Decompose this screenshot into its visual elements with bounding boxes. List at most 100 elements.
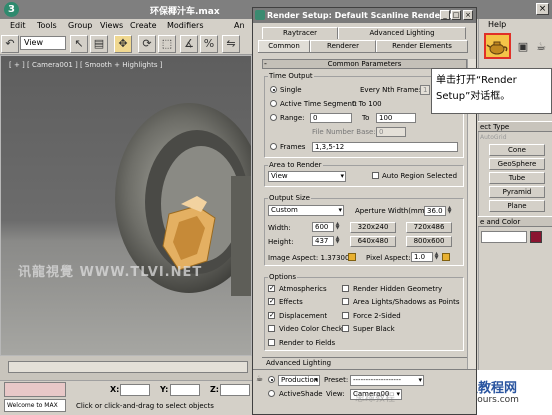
area-to-render-select[interactable]: View [268,171,346,182]
x-coord-label: X: [110,385,120,394]
every-nth-field[interactable]: 1 [420,85,430,95]
select-by-name-icon[interactable]: ▤ [90,35,108,53]
auto-region-checkbox[interactable] [372,172,379,179]
rotate-icon[interactable]: ⟳ [138,35,156,53]
mirror-icon[interactable]: ⇋ [222,35,240,53]
pixel-aspect-lock-icon[interactable] [442,253,450,261]
move-icon[interactable]: ✥ [114,35,132,53]
production-select[interactable]: Production [278,375,320,386]
aperture-label: Aperture Width(mm): [355,207,430,215]
lock-aspect-icon[interactable] [348,253,356,261]
tab-divider [258,52,468,53]
range-radio[interactable] [270,114,277,121]
effects-checkbox[interactable]: ✓ [268,298,275,305]
app-logo-icon[interactable]: 3 [4,2,19,17]
tube-button[interactable]: Tube [489,172,545,184]
tab-renderer[interactable]: Renderer [310,40,376,52]
watermark-tlvi: 讯龍視覺 WWW.TLVI.NET [18,265,203,280]
render-teapot-icon: ☕ [256,374,264,383]
menu-tools[interactable]: Tools [37,21,57,30]
object-type-rollout[interactable]: ect Type [478,121,552,132]
width-spinner[interactable]: ▲ ▼ [335,222,340,232]
render-to-fields-label: Render to Fields [279,339,336,347]
menu-views[interactable]: Views [100,21,123,30]
tab-render-elements[interactable]: Render Elements [376,40,468,52]
menu-help[interactable]: Help [488,20,506,29]
super-black-checkbox[interactable] [342,325,349,332]
aperture-spinner[interactable]: ▲ ▼ [447,206,452,216]
dialog-maximize-button[interactable]: □ [451,10,461,20]
auto-region-label: Auto Region Selected [382,172,458,180]
rendered-frame-icon[interactable]: ▣ [514,38,532,56]
select-icon[interactable]: ↖ [70,35,88,53]
preset-720x486-button[interactable]: 720x486 [406,222,452,233]
width-field[interactable]: 600 [312,222,334,232]
preset-800x600-button[interactable]: 800x600 [406,236,452,247]
object-name-field[interactable] [481,231,527,243]
quick-render-icon[interactable]: ☕ [532,38,550,56]
displacement-label: Displacement [279,312,328,320]
range-to-field[interactable]: 100 [376,113,416,123]
x-coord-field[interactable] [120,384,150,396]
tab-advanced-lighting[interactable]: Advanced Lighting [338,27,466,39]
active-segment-radio[interactable] [270,100,277,107]
height-spinner[interactable]: ▲ ▼ [335,236,340,246]
camera-viewport[interactable]: [ + ] [ Camera001 ] [ Smooth + Highlight… [0,55,252,356]
area-lights-checkbox[interactable] [342,298,349,305]
instruction-callout: 单击打开“Render Setup”对话框。 [431,68,552,114]
tab-common[interactable]: Common [258,40,310,52]
file-number-base-field[interactable]: 0 [376,127,406,137]
single-radio[interactable] [270,86,277,93]
angle-snap-icon[interactable]: % [200,35,218,53]
object-color-swatch[interactable] [530,231,542,243]
range-from-field[interactable]: 0 [310,113,352,123]
viewport-label[interactable]: [ + ] [ Camera001 ] [ Smooth + Highlight… [9,61,162,69]
render-to-fields-checkbox[interactable] [268,339,275,346]
atmospherics-label: Atmospherics [279,285,327,293]
image-aspect-label: Image Aspect: 1.37300 [268,254,350,262]
cone-button[interactable]: Cone [489,144,545,156]
output-preset-select[interactable]: Custom [268,205,344,216]
render-setup-button[interactable] [484,33,511,59]
name-color-rollout[interactable]: e and Color [478,216,552,227]
frames-field[interactable]: 1,3,5-12 [312,142,458,152]
pyramid-button[interactable]: Pyramid [489,186,545,198]
menu-create[interactable]: Create [130,21,157,30]
preset-select[interactable]: ------------------- [350,375,424,386]
frames-radio[interactable] [270,143,277,150]
menu-modifiers[interactable]: Modifiers [167,21,204,30]
force-2-sided-checkbox[interactable] [342,312,349,319]
dialog-close-button[interactable]: × [463,10,473,20]
rollout-collapse-icon[interactable]: - [264,59,267,68]
pixel-aspect-spinner[interactable]: ▲ ▼ [434,252,439,262]
displacement-checkbox[interactable]: ✓ [268,312,275,319]
pixel-aspect-field[interactable]: 1.0 [411,252,433,262]
production-radio[interactable] [268,376,275,383]
activeshade-radio[interactable] [268,390,275,397]
preset-320x240-button[interactable]: 320x240 [350,222,396,233]
scale-icon[interactable]: ⬚ [158,35,176,53]
render-hidden-checkbox[interactable] [342,285,349,292]
preset-640x480-button[interactable]: 640x480 [350,236,396,247]
dialog-minimize-button[interactable]: _ [440,10,450,20]
height-field[interactable]: 437 [312,236,334,246]
menu-group[interactable]: Group [68,21,92,30]
aperture-field[interactable]: 36.0 [424,206,446,216]
selection-set-field[interactable] [4,382,66,397]
y-coord-field[interactable] [170,384,200,396]
tab-raytracer[interactable]: Raytracer [262,27,338,39]
undo-icon[interactable]: ↶ [1,35,19,53]
main-close-button[interactable]: × [536,3,549,15]
reference-coord-select[interactable]: View [20,36,66,50]
track-bar[interactable] [8,361,248,373]
advanced-lighting-section[interactable]: Advanced Lighting [262,357,467,367]
plane-button[interactable]: Plane [489,200,545,212]
geosphere-button[interactable]: GeoSphere [489,158,545,170]
menu-edit[interactable]: Edit [10,21,26,30]
atmospherics-checkbox[interactable]: ✓ [268,285,275,292]
snap-icon[interactable]: ∡ [180,35,198,53]
video-color-check-checkbox[interactable] [268,325,275,332]
z-coord-field[interactable] [220,384,250,396]
maxscript-listener[interactable]: Welcome to MAX [4,399,66,412]
menu-animation[interactable]: An [234,21,245,30]
